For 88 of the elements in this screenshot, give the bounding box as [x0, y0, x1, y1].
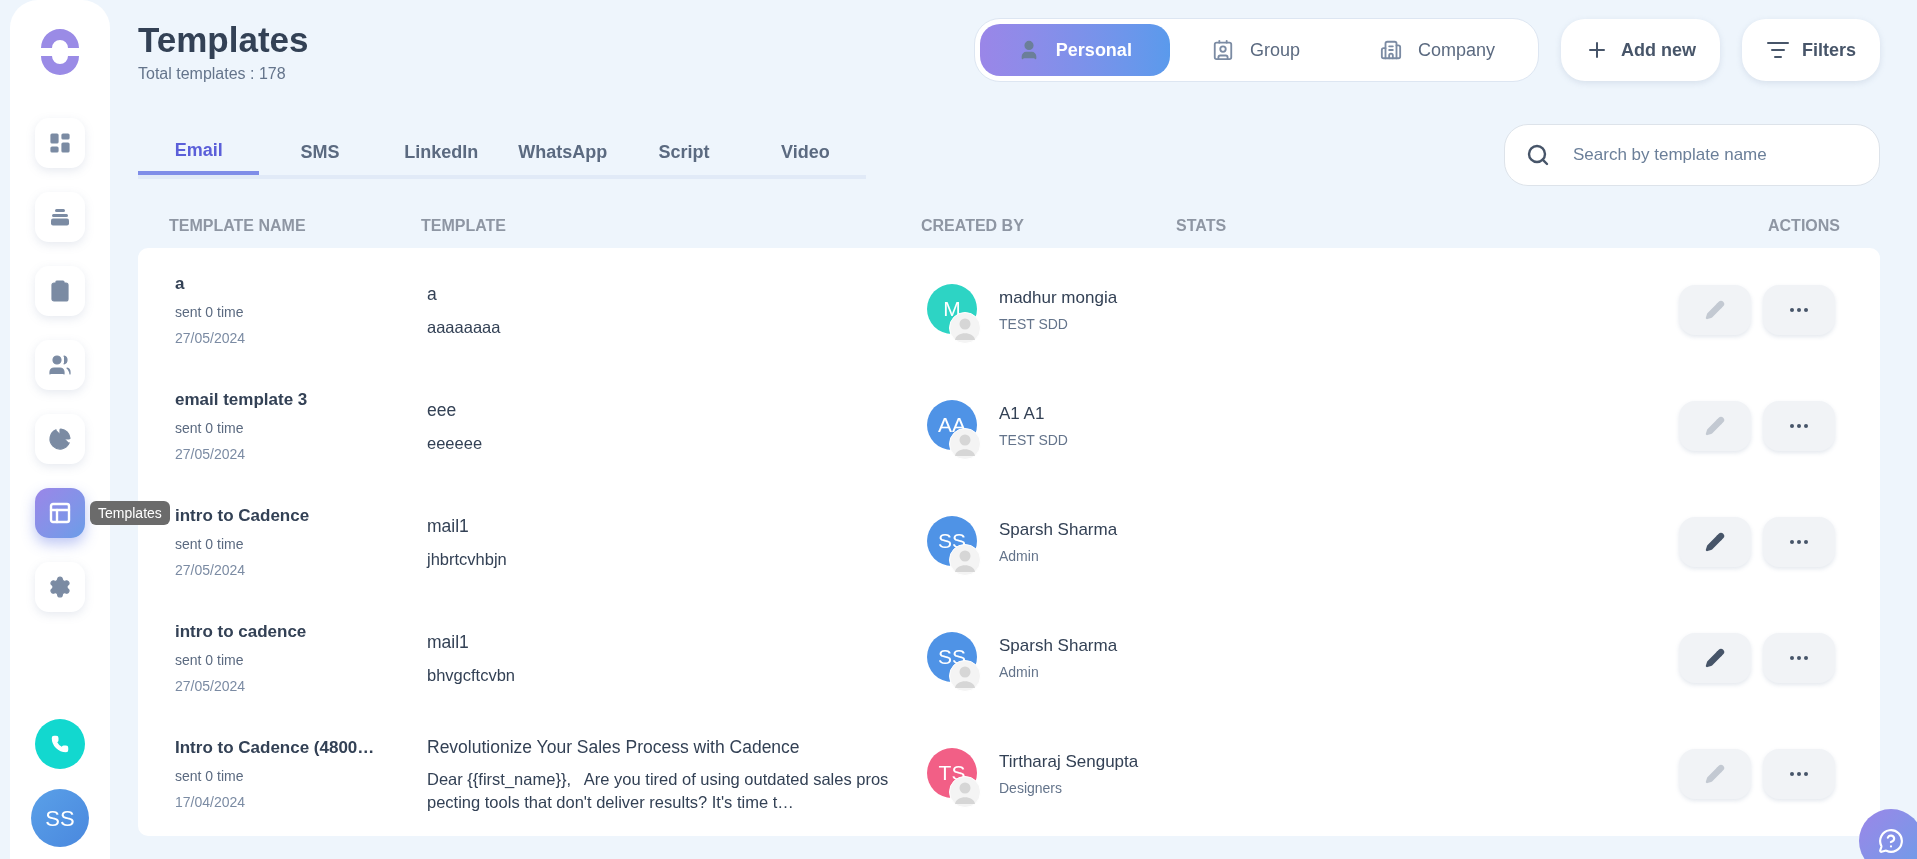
template-subject: a: [427, 283, 438, 307]
column-header: CREATED BY: [921, 215, 1025, 236]
column-header: STATS: [1176, 215, 1228, 236]
template-name: a: [175, 273, 186, 295]
channel-tab[interactable]: Video: [744, 130, 866, 175]
nav-item[interactable]: [35, 266, 85, 316]
nav-item[interactable]: [35, 118, 85, 168]
template-subject: eee: [427, 399, 458, 423]
edit-button[interactable]: [1679, 516, 1751, 567]
created-date: 27/05/2024: [175, 560, 247, 580]
phone-button[interactable]: [35, 719, 85, 769]
column-header: TEMPLATE NAME: [169, 215, 307, 236]
template-subject: mail1: [427, 631, 470, 655]
sent-count: sent 0 time: [175, 766, 245, 786]
template-name: intro to cadence: [175, 621, 308, 643]
more-icon: [1790, 423, 1808, 428]
scope-tab[interactable]: Company: [1341, 24, 1533, 76]
settings-icon: [48, 575, 72, 599]
scope-tab[interactable]: Group: [1173, 24, 1338, 76]
help-button[interactable]: [1859, 809, 1917, 859]
more-icon: [1790, 771, 1808, 776]
user-avatar[interactable]: SS: [31, 789, 89, 847]
pencil-icon: [1705, 415, 1725, 436]
template-body: eeeeee: [427, 432, 484, 454]
add-new-button[interactable]: Add new: [1560, 19, 1720, 81]
pencil-icon: [1705, 647, 1725, 668]
sent-count: sent 0 time: [175, 302, 245, 322]
building-icon: [1379, 39, 1402, 61]
creator-name: madhur mongia: [999, 286, 1118, 309]
layout-icon: [48, 501, 72, 525]
creator-team: Admin: [999, 547, 1040, 566]
channel-tab[interactable]: LinkedIn: [380, 130, 502, 175]
channel-tab[interactable]: SMS: [259, 130, 381, 175]
nav-item[interactable]: [35, 340, 85, 390]
id-card-icon: [1211, 39, 1234, 61]
creator-team: TEST SDD: [999, 431, 1068, 450]
more-icon: [1790, 655, 1808, 660]
template-body: bhvgcftcvbn: [427, 664, 517, 686]
column-header: ACTIONS: [1768, 215, 1841, 236]
help-icon: [1878, 828, 1904, 854]
template-name: intro to Cadence: [175, 505, 311, 527]
sent-count: sent 0 time: [175, 650, 245, 670]
sent-count: sent 0 time: [175, 418, 245, 438]
created-date: 17/04/2024: [175, 792, 247, 812]
edit-button[interactable]: [1679, 632, 1751, 683]
filters-button[interactable]: Filters: [1741, 19, 1880, 81]
people-icon: [48, 353, 72, 377]
channel-tab[interactable]: Script: [623, 130, 745, 175]
sent-count: sent 0 time: [175, 534, 245, 554]
creator-team: TEST SDD: [999, 315, 1069, 334]
pie-chart-icon: [48, 427, 72, 451]
dashboard-icon: [48, 131, 72, 155]
more-icon: [1790, 307, 1808, 312]
created-date: 27/05/2024: [175, 328, 247, 348]
creator-name: A1 A1: [999, 402, 1046, 425]
template-body: aaaaaaaa: [427, 316, 502, 338]
nav-item[interactable]: [35, 192, 85, 242]
template-subject: mail1: [427, 515, 470, 539]
tooltip: Templates: [90, 501, 170, 525]
more-icon: [1790, 539, 1808, 544]
pencil-icon: [1705, 531, 1725, 552]
template-subject: Revolutionize Your Sales Process with Cadence: [427, 735, 801, 759]
creator-team: Admin: [999, 663, 1040, 682]
created-date: 27/05/2024: [175, 444, 247, 464]
template-body: Dear {{first_name}}, Are you tired of using outdated sales prospecting tools that don't deliver results? It's time t…: [427, 769, 890, 813]
template-name: email template 3: [175, 389, 309, 411]
page-title: Templates: [138, 19, 309, 61]
search-field[interactable]: Search by template name: [1504, 123, 1880, 186]
creator-name: Sparsh Sharma: [999, 518, 1118, 541]
channel-tab[interactable]: WhatsApp: [502, 130, 624, 175]
pencil-icon: [1705, 763, 1725, 784]
nav-item[interactable]: [35, 562, 85, 612]
created-date: 27/05/2024: [175, 676, 247, 696]
search-icon: [1526, 142, 1550, 167]
phone-icon: [51, 735, 69, 753]
creator-name: Tirtharaj Sengupta: [999, 750, 1139, 773]
pencil-icon: [1705, 299, 1725, 320]
clipboard-icon: [48, 279, 72, 303]
creator-team: Designers: [999, 779, 1064, 798]
creator-name: Sparsh Sharma: [999, 634, 1118, 657]
column-header: TEMPLATE: [421, 215, 508, 236]
template-body: jhbrtcvhbjn: [427, 548, 508, 570]
template-count: Total templates : 178: [138, 63, 287, 84]
nav-item[interactable]: [35, 488, 85, 538]
nav-item[interactable]: [35, 414, 85, 464]
template-name: Intro to Cadence (4800…: [175, 737, 376, 759]
scope-tab[interactable]: Personal: [979, 24, 1170, 76]
channel-tab[interactable]: Email: [138, 130, 260, 175]
